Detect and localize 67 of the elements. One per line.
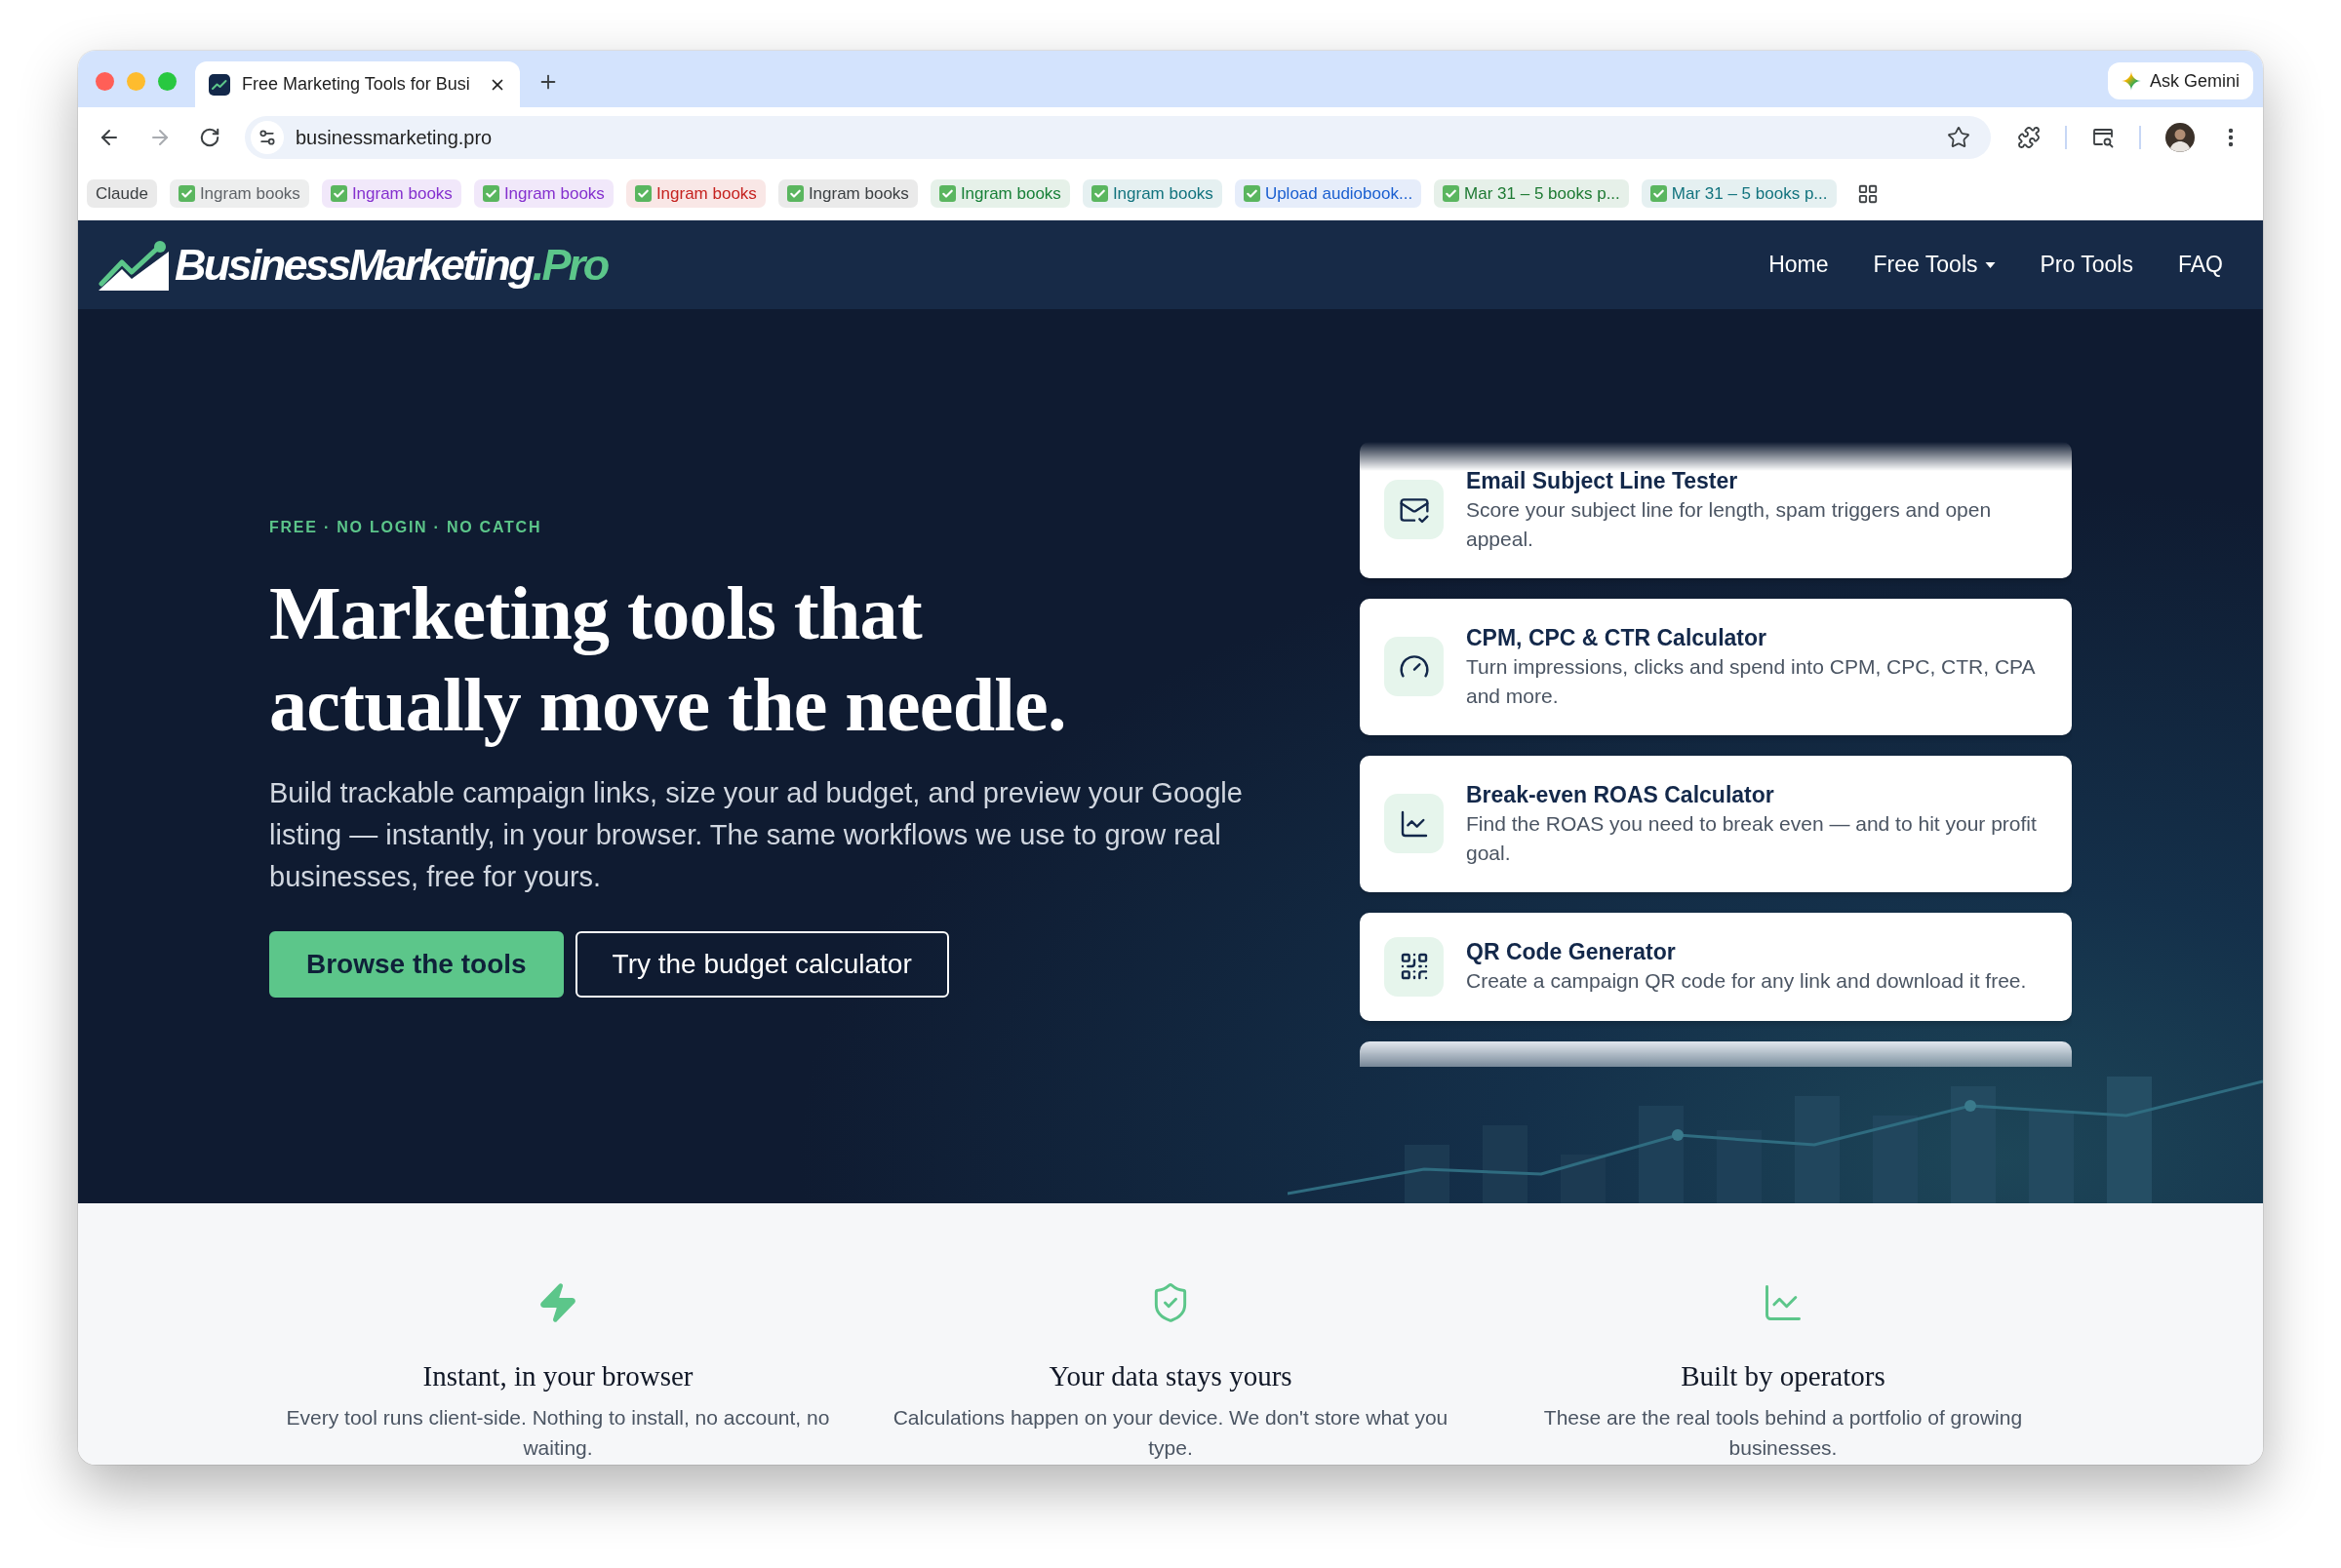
- bookmark[interactable]: Ingram books: [473, 179, 614, 208]
- chart-favicon-icon: [209, 73, 230, 96]
- address-bar[interactable]: businessmarketing.pro: [245, 115, 1991, 159]
- site-info-button[interactable]: [251, 120, 284, 154]
- bookmark[interactable]: Claude: [87, 179, 157, 208]
- tool-description: Create a campaign QR code for any link and download it free.: [1466, 968, 2028, 994]
- calculator-button[interactable]: Try the budget calculator: [575, 930, 949, 998]
- check-box-icon: [1649, 185, 1667, 202]
- tool-description: Turn impressions, clicks and spend into CPM, CPC, CTR, CPA and more.: [1466, 653, 2036, 709]
- caret-down-icon: [1984, 261, 1996, 268]
- nav-link[interactable]: Pro Tools: [2040, 248, 2133, 282]
- hero-intro: Build trackable campaign links, size your ad budget, and preview your Google listing — instantly, in your browser. The same workflows we use to grow real businesses, free for yours.: [269, 775, 1244, 894]
- check-box-icon: [786, 185, 804, 202]
- browse-button[interactable]: Browse the tools: [269, 930, 564, 998]
- line-chart-icon: [1384, 794, 1444, 853]
- tool-card[interactable]: Email Subject Line Tester Score your subject line for length, spam triggers and open appeal.: [1360, 441, 2072, 578]
- nav-link[interactable]: Home: [1768, 248, 1829, 282]
- tool-title: Break-even ROAS Calculator: [1466, 780, 1775, 809]
- puzzle-icon[interactable]: [2017, 125, 2041, 149]
- nav-link[interactable]: Free Tools: [1873, 248, 1996, 282]
- feature-title: Built by operators: [1681, 1359, 1885, 1393]
- bookmark[interactable]: Ingram books: [321, 179, 461, 208]
- check-box-icon: [482, 185, 499, 202]
- qr-code-icon: [1384, 936, 1444, 997]
- hero-eyebrow: FREE · NO LOGIN · NO CATCH: [269, 517, 543, 537]
- bookmark[interactable]: Mar 31 – 5 books p...: [1434, 179, 1629, 208]
- bookmark[interactable]: Ingram books: [625, 179, 766, 208]
- hero-headline: Marketing tools that actually move the needle.: [269, 568, 1067, 749]
- tool-card[interactable]: QR Code Generator Create a campaign QR code for any link and download it free.: [1360, 912, 2072, 1021]
- sparkle-icon: [2121, 71, 2141, 91]
- feature-description: These are the real tools behind a portfolio of growing businesses.: [1542, 1405, 2024, 1461]
- check-box-icon: [330, 185, 347, 202]
- bookmark[interactable]: Mar 31 – 5 books p...: [1641, 179, 1837, 208]
- bookmark[interactable]: Ingram books: [169, 179, 309, 208]
- check-box-icon: [634, 185, 652, 202]
- bookmark[interactable]: Ingram books: [1082, 179, 1222, 208]
- check-box-icon: [1091, 185, 1108, 202]
- tool-title: CPM, CPC & CTR Calculator: [1466, 623, 1767, 652]
- bookmark[interactable]: Ingram books: [777, 179, 918, 208]
- tool-description: Score your subject line for length, spam triggers and open appeal.: [1466, 496, 1993, 552]
- feature-title: Instant, in your browser: [422, 1359, 694, 1393]
- feature-description: Calculations happen on your device. We don't store what you type.: [892, 1405, 1449, 1461]
- bookmark[interactable]: Upload audiobook...: [1234, 179, 1422, 208]
- gauge-icon: [1384, 637, 1444, 696]
- tool-card[interactable]: CPM, CPC & CTR Calculator Turn impressions, clicks and spend into CPM, CPC, CTR, CPA and more.: [1360, 598, 2072, 735]
- browser-tab[interactable]: Free Marketing Tools for Busi: [195, 61, 520, 107]
- tool-title: Email Subject Line Tester: [1466, 466, 1739, 495]
- check-box-icon: [1443, 185, 1460, 202]
- check-box-icon: [1243, 185, 1260, 202]
- circular-arrow-icon[interactable]: [199, 126, 220, 148]
- tool-card[interactable]: Break-even ROAS Calculator Find the ROAS you need to break even — and to hit your profit goal.: [1360, 755, 2072, 892]
- feature-description: Every tool runs client-side. Nothing to install, no account, no waiting.: [285, 1405, 831, 1461]
- assistant-button[interactable]: Ask Gemini: [2107, 62, 2253, 99]
- envelope-check-icon: [1384, 480, 1444, 539]
- bookmark[interactable]: Ingram books: [930, 179, 1070, 208]
- check-box-icon: [178, 185, 195, 202]
- nav-link[interactable]: FAQ: [2178, 248, 2223, 282]
- star-icon[interactable]: [1947, 125, 1970, 149]
- tab-title: Free Marketing Tools for Busi: [242, 73, 471, 96]
- feature-title: Your data stays yours: [1049, 1359, 1292, 1393]
- address-text: businessmarketing.pro: [296, 125, 493, 150]
- chart-logo-icon: [99, 239, 169, 291]
- grid-icon[interactable]: [1856, 182, 1879, 205]
- tool-description: Find the ROAS you need to break even — and to hit your profit goal.: [1466, 810, 2038, 866]
- tool-title: QR Code Generator: [1466, 938, 1677, 966]
- profile-avatar[interactable]: [2165, 122, 2195, 152]
- check-box-icon: [938, 185, 956, 202]
